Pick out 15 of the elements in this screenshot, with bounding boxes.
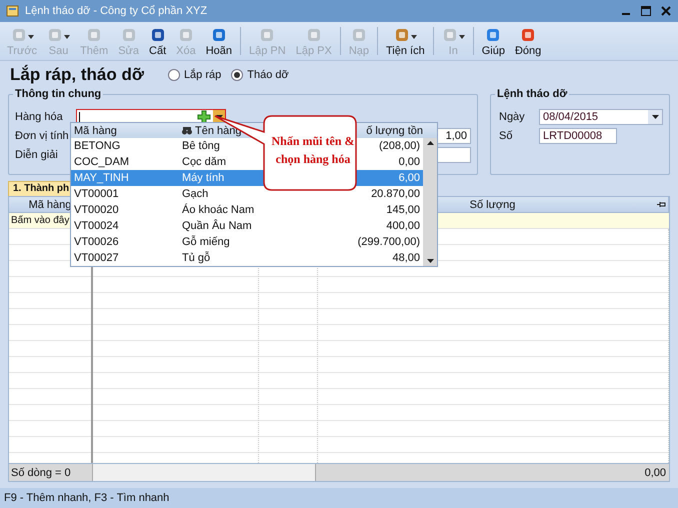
- field-label: Ngày: [498, 111, 526, 123]
- column-header: ố lượng tồn: [365, 124, 424, 136]
- group-title: Thông tin chung: [13, 88, 104, 100]
- field-label: Số: [498, 130, 514, 142]
- total-value: 0,00: [316, 464, 669, 481]
- callout-text: Nhấn mũi tên & chọn hàng hóa: [270, 133, 356, 168]
- field-label: Hàng hóa: [15, 111, 64, 123]
- status-bar: F9 - Thêm nhanh, F3 - Tìm nhanh: [0, 488, 678, 508]
- group-title: Lệnh tháo dỡ: [495, 88, 570, 100]
- field-label: Đơn vị tính: [15, 130, 70, 142]
- window-title: Lệnh tháo dỡ - Công ty Cổ phần XYZ: [25, 5, 208, 17]
- field-label: Diễn giải: [15, 149, 59, 161]
- page-title: Lắp ráp, tháo dỡ: [10, 64, 144, 84]
- row-count: Số dòng = 0: [9, 464, 93, 481]
- column-header: Mã hàng: [73, 124, 118, 136]
